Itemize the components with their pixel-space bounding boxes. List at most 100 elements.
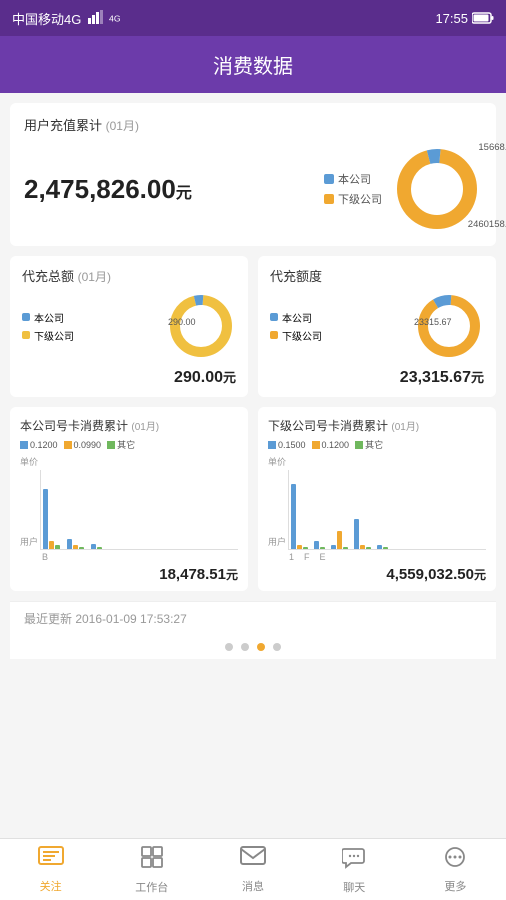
left-bar-b2-orange — [73, 545, 78, 549]
legend-item-sub: 下级公司 — [324, 191, 382, 207]
signal-icon — [87, 10, 103, 26]
rb2-blue — [314, 541, 319, 549]
right-bar-group-1 — [291, 484, 308, 549]
tab-bar: 关注 工作台 消息 — [0, 838, 506, 900]
top-amount-block: 2,475,826.00元 — [24, 174, 192, 205]
update-info: 最近更新 2016-01-09 17:53:27 — [10, 601, 496, 635]
dot-2[interactable] — [241, 643, 249, 651]
time-text: 17:55 — [435, 11, 468, 26]
right-legend-own: 本公司 — [270, 310, 322, 325]
left-legend-sub: 下级公司 — [22, 328, 74, 343]
right-bar-chart — [288, 470, 486, 550]
top-donut-chart: 15668.00 2460158.00 — [392, 144, 482, 234]
left-bar-b1-green — [55, 545, 60, 549]
right-mid-body: 本公司 下级公司 23315.67 — [270, 291, 484, 361]
legend-item-own: 本公司 — [324, 171, 382, 187]
left-bar-group-1 — [43, 489, 60, 549]
rb4-green — [366, 547, 371, 549]
rb4-orange — [360, 545, 365, 549]
right-middle-card: 代充额度 本公司 下级公司 — [258, 256, 496, 397]
right-bar-group-5 — [377, 545, 388, 549]
pagination-dots — [10, 635, 496, 659]
rb3-blue — [331, 545, 336, 549]
right-legend-sub: 下级公司 — [270, 328, 322, 343]
left-mid-body: 本公司 下级公司 290.00 — [22, 291, 236, 361]
main-content: 用户充值累计 (01月) 2,475,826.00元 本公司 下级公司 — [0, 93, 506, 843]
status-right: 17:55 — [435, 11, 494, 26]
left-middle-card: 代充总额 (01月) 本公司 下级公司 — [10, 256, 248, 397]
left-bar-b3-green — [97, 547, 102, 549]
right-bar-legend-2: 0.1200 — [312, 438, 350, 451]
chat-icon — [342, 845, 366, 875]
more-icon — [442, 846, 468, 874]
left-legend-own: 本公司 — [22, 310, 74, 325]
message-icon — [240, 846, 266, 874]
right-mid-title: 代充额度 — [270, 266, 484, 285]
right-bar-unit-label: 单价 — [268, 455, 486, 468]
right-bar-title: 下级公司号卡消费累计 (01月) — [268, 417, 486, 434]
tab-workbench[interactable]: 工作台 — [101, 845, 202, 895]
page-header: 消费数据 — [0, 36, 506, 93]
right-bar-legend: 0.1500 0.1200 其它 — [268, 438, 486, 451]
right-bar-x-labels: 1 F E — [288, 552, 486, 562]
right-bar-group-2 — [314, 541, 325, 549]
left-bar-card: 本公司号卡消费累计 (01月) 0.1200 0.0990 其它 单价 — [10, 407, 248, 591]
left-mid-title: 代充总额 (01月) — [22, 266, 236, 285]
top-legend: 本公司 下级公司 — [324, 171, 382, 207]
attention-icon — [38, 846, 64, 874]
tab-chat[interactable]: 聊天 — [304, 845, 405, 895]
left-bar-x-b: B — [42, 552, 48, 562]
dot-4[interactable] — [273, 643, 281, 651]
rb5-blue — [377, 545, 382, 549]
left-bar-title: 本公司号卡消费累计 (01月) — [20, 417, 238, 434]
sub-color-dot — [324, 194, 334, 204]
rb-x-f: F — [304, 552, 310, 562]
left-bar-b1-orange — [49, 541, 54, 549]
right-mid-amount: 23,315.67元 — [270, 367, 484, 387]
bar-cards: 本公司号卡消费累计 (01月) 0.1200 0.0990 其它 单价 — [10, 407, 496, 591]
rb5-green — [383, 547, 388, 549]
tab-workbench-label: 工作台 — [135, 879, 168, 895]
rb2-green — [320, 547, 325, 549]
own-color-dot — [324, 174, 334, 184]
tab-message-label: 消息 — [242, 878, 264, 894]
right-bar-group-4 — [354, 519, 371, 549]
left-bar-b3-blue — [91, 544, 96, 549]
right-bar-group-3 — [331, 531, 348, 549]
wifi-icon: 4G — [109, 12, 125, 24]
left-bar-b1-blue — [43, 489, 48, 549]
rb4-blue — [354, 519, 359, 549]
left-mid-amount: 290.00元 — [22, 367, 236, 387]
carrier-info: 中国移动4G 4G — [12, 9, 125, 28]
rb1-orange — [297, 545, 302, 549]
left-bar-chart — [40, 470, 238, 550]
left-bar-b2-green — [79, 547, 84, 549]
right-donut-label: 23315.67 — [414, 317, 452, 327]
tab-chat-label: 聊天 — [343, 879, 365, 895]
top-recharge-card: 用户充值累计 (01月) 2,475,826.00元 本公司 下级公司 — [10, 103, 496, 246]
rb-x-1: 1 — [289, 552, 294, 562]
rb3-orange — [337, 531, 342, 549]
tab-more-label: 更多 — [444, 878, 466, 894]
rb-x-e: E — [320, 552, 326, 562]
tab-message[interactable]: 消息 — [202, 846, 303, 894]
left-bar-group-3 — [91, 544, 102, 549]
right-bar-wrapper: 用户 1 F E — [268, 470, 486, 562]
dot-1[interactable] — [225, 643, 233, 651]
carrier-text: 中国移动4G — [12, 9, 81, 28]
left-donut-label: 290.00 — [168, 317, 196, 327]
rb1-blue — [291, 484, 296, 549]
tab-attention[interactable]: 关注 — [0, 846, 101, 894]
right-bar-card: 下级公司号卡消费累计 (01月) 0.1500 0.1200 其它 单价 — [258, 407, 496, 591]
status-bar: 中国移动4G 4G 17:55 — [0, 0, 506, 36]
tab-attention-label: 关注 — [40, 878, 62, 894]
middle-cards: 代充总额 (01月) 本公司 下级公司 — [10, 256, 496, 397]
tab-more[interactable]: 更多 — [405, 846, 506, 894]
right-bar-legend-1: 0.1500 — [268, 438, 306, 451]
top-card-body: 2,475,826.00元 本公司 下级公司 — [24, 144, 482, 234]
page-title: 消费数据 — [213, 56, 293, 78]
right-mid-legend: 本公司 下级公司 — [270, 310, 322, 343]
donut-label-large: 2460158.00 — [468, 219, 506, 230]
right-bar-amount: 4,559,032.50元 — [268, 566, 486, 583]
dot-3[interactable] — [257, 643, 265, 651]
